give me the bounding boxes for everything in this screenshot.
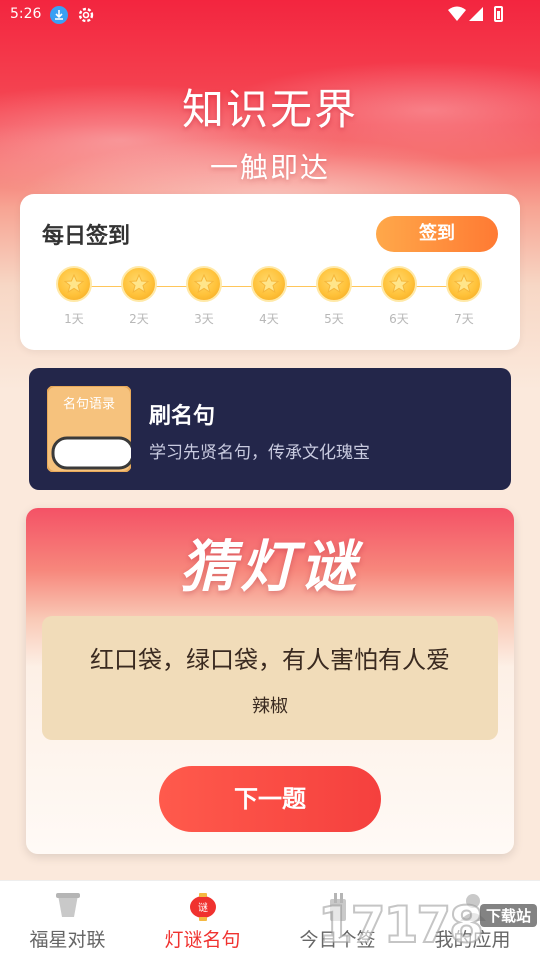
daily-checkin-card: 每日签到 签到 1天 2天 3天 4天 5天 6天 7天 — [20, 194, 520, 350]
checkin-day-label: 7天 — [454, 312, 474, 326]
checkin-day: 7天 — [444, 266, 484, 327]
coin-icon — [121, 266, 157, 302]
checkin-title: 每日签到 — [42, 224, 131, 249]
site-watermark: 17178 下载站 — [317, 890, 540, 960]
battery-icon — [494, 6, 503, 22]
checkin-day-label: 6天 — [389, 312, 409, 326]
coin-icon — [446, 266, 482, 302]
gear-icon — [78, 7, 94, 23]
signal-icon — [469, 7, 483, 21]
checkin-day-label: 5天 — [324, 312, 344, 326]
coin-icon — [316, 266, 352, 302]
wifi-icon — [448, 6, 466, 21]
checkin-day-label: 4天 — [259, 312, 279, 326]
checkin-day: 3天 — [184, 266, 224, 327]
riddle-card: 猜灯谜 红口袋，绿口袋，有人害怕有人爱 辣椒 下一题 — [26, 508, 514, 854]
quotes-title: 刷名句 — [149, 404, 216, 429]
status-time: 5:26 — [10, 6, 42, 22]
tab-label: 福星对联 — [29, 929, 106, 951]
checkin-day: 2天 — [119, 266, 159, 327]
watermark-number: 17178 — [317, 895, 485, 955]
scroll-icon — [55, 893, 80, 917]
riddle-answer: 辣椒 — [252, 696, 288, 717]
book-label: 名句语录 — [63, 396, 115, 412]
riddle-box: 红口袋，绿口袋，有人害怕有人爱 辣椒 — [42, 616, 498, 740]
coin-icon — [56, 266, 92, 302]
tab-riddles[interactable]: 谜 灯谜名句 — [135, 881, 270, 961]
coin-icon — [381, 266, 417, 302]
coin-icon — [251, 266, 287, 302]
checkin-button[interactable]: 签到 — [376, 216, 498, 252]
download-icon — [50, 6, 68, 24]
next-question-button[interactable]: 下一题 — [159, 766, 381, 832]
hero-subtitle: 一触即达 — [209, 151, 330, 184]
lantern-badge: 谜 — [198, 902, 208, 914]
book-icon: 名句语录 — [47, 386, 131, 472]
coin-icon — [186, 266, 222, 302]
checkin-day-label: 3天 — [194, 312, 214, 326]
checkin-day: 4天 — [249, 266, 289, 327]
riddle-question: 红口袋，绿口袋，有人害怕有人爱 — [90, 646, 450, 674]
quotes-description: 学习先贤名句，传承文化瑰宝 — [149, 443, 370, 463]
watermark-tag: 下载站 — [480, 904, 538, 927]
status-bar: 5:26 — [0, 0, 540, 30]
tab-label: 灯谜名句 — [164, 929, 241, 951]
checkin-day: 5天 — [314, 266, 354, 327]
hero-title: 知识无界 — [181, 85, 358, 134]
checkin-day: 6天 — [379, 266, 419, 327]
checkin-day-label: 2天 — [129, 312, 149, 326]
riddle-logo: 猜灯谜 — [180, 534, 360, 600]
checkin-day-label: 1天 — [64, 312, 84, 326]
quotes-card[interactable]: 名句语录 刷名句 学习先贤名句，传承文化瑰宝 — [29, 368, 511, 490]
lantern-icon: 谜 — [189, 893, 216, 921]
tab-couplets[interactable]: 福星对联 — [0, 881, 135, 961]
checkin-day: 1天 — [54, 266, 94, 327]
